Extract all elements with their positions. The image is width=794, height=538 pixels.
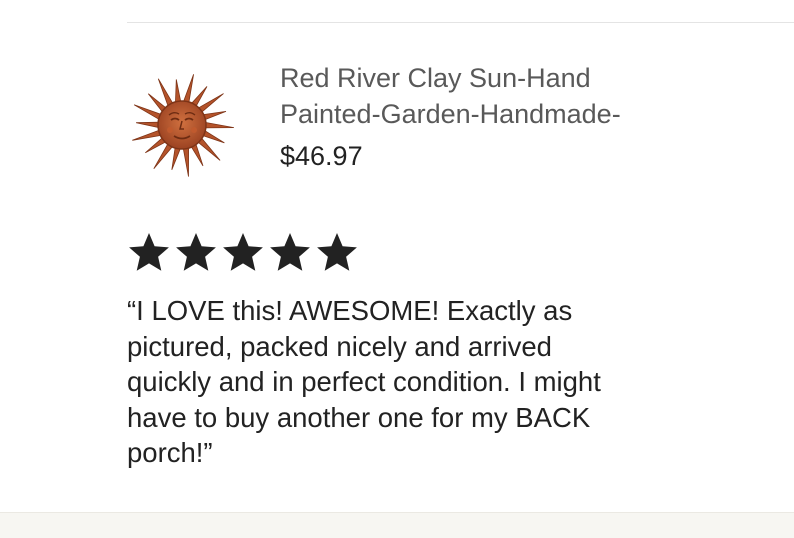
star-icon: [223, 233, 263, 271]
sun-ray: [133, 104, 164, 121]
star-rating: [127, 230, 359, 274]
star-icon: [129, 233, 169, 271]
review-page: Red River Clay Sun-Hand Painted-Garden-H…: [0, 0, 794, 538]
product-summary: Red River Clay Sun-Hand Painted-Garden-H…: [127, 60, 767, 180]
review-line: pictured, packed nicely and arrived: [127, 330, 552, 362]
sun-ray: [182, 145, 190, 177]
product-info: Red River Clay Sun-Hand Painted-Garden-H…: [280, 60, 760, 174]
review-line: porch!”: [127, 437, 213, 468]
review-line: “I LOVE this! AWESOME! Exactly as: [127, 295, 573, 326]
review-line: quickly and in perfect condition. I migh…: [127, 366, 601, 397]
sun-ray: [136, 121, 161, 129]
sun-ray: [203, 121, 234, 129]
star-icon: [270, 233, 310, 271]
star-icon: [317, 233, 357, 271]
top-divider: [127, 22, 794, 23]
sun-ray: [174, 79, 182, 105]
sun-ray: [132, 129, 164, 141]
review-line: have to buy another one for my BACK: [127, 401, 591, 433]
product-title-line-2: Painted-Garden-Handmade-: [280, 99, 621, 129]
review-text: “I LOVE this! AWESOME! Exactly as pictur…: [127, 293, 767, 471]
product-title-line-1: Red River Clay Sun-Hand: [280, 63, 591, 93]
product-title[interactable]: Red River Clay Sun-Hand Painted-Garden-H…: [280, 60, 760, 132]
product-thumbnail[interactable]: [127, 70, 237, 180]
star-icon: [176, 233, 216, 271]
sun-face-icon: [132, 74, 234, 177]
product-price: $46.97: [280, 141, 363, 171]
sun-ray: [182, 74, 194, 105]
footer-bar: [0, 512, 794, 538]
